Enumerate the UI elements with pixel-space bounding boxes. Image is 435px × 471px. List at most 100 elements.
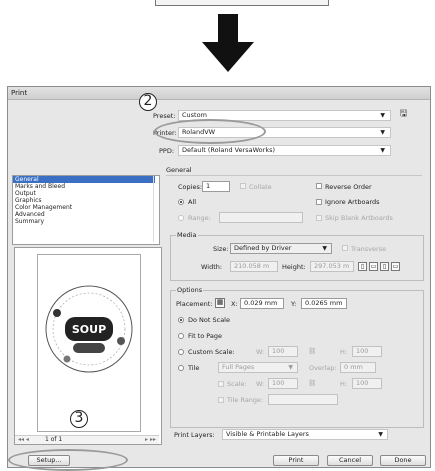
prev-page-icon[interactable]: ◂◂ ◂ <box>18 436 29 443</box>
category-scrollbar[interactable] <box>153 176 159 242</box>
next-page-icon[interactable]: ▸ ▸▸ <box>145 436 156 443</box>
printer-highlight-oval <box>154 119 266 144</box>
tile-range-input[interactable] <box>268 394 338 405</box>
skip-blank-checkbox[interactable] <box>316 215 322 221</box>
custom-w-label: W: <box>256 348 265 356</box>
custom-scale-label: Custom Scale: <box>188 348 235 356</box>
ppd-value: Default (Roland VersaWorks) <box>182 146 276 154</box>
portrait-orientation-icon[interactable]: ▯ <box>358 262 367 271</box>
reverse-order-label: Reverse Order <box>325 183 372 191</box>
options-title: Options <box>176 286 204 294</box>
print-layers-label: Print Layers: <box>174 431 215 439</box>
fit-to-page-radio[interactable] <box>178 333 184 339</box>
sidebar-item-general[interactable]: General <box>13 176 155 183</box>
preset-label: Preset: <box>153 112 176 120</box>
sticker-artwork-icon: SOUP <box>45 285 133 373</box>
down-arrow-icon <box>202 14 254 72</box>
tile-scale-label: Scale: <box>227 380 247 388</box>
x-label: X: <box>231 300 238 308</box>
tile-h-label: H: <box>340 380 348 388</box>
range-radio[interactable] <box>178 215 184 221</box>
tile-range-checkbox[interactable] <box>218 397 224 403</box>
setup-highlight-oval <box>8 449 128 471</box>
dialog-title: Print <box>11 89 28 97</box>
ppd-select[interactable]: Default (Roland VersaWorks) ▼ <box>178 145 391 156</box>
flipped-portrait-icon[interactable]: ▯ <box>380 262 389 271</box>
tile-link-icon[interactable]: ⛓ <box>308 379 316 387</box>
copies-label: Copies: <box>178 183 203 191</box>
all-label: All <box>188 198 197 206</box>
title-bar: Print <box>8 87 430 100</box>
sidebar-item-graphics[interactable]: Graphics <box>15 197 42 204</box>
width-input[interactable]: 210.058 m <box>230 261 278 272</box>
sidebar-item-marks-and-bleed[interactable]: Marks and Bleed <box>15 183 65 190</box>
media-title: Media <box>176 231 198 239</box>
cancel-button[interactable]: Cancel <box>327 455 373 466</box>
chevron-down-icon: ▼ <box>288 364 293 371</box>
sticker-logo-text: SOUP <box>72 323 106 336</box>
sidebar-item-advanced[interactable]: Advanced <box>15 211 45 218</box>
transverse-checkbox[interactable] <box>342 245 348 251</box>
save-preset-icon[interactable]: 🖫 <box>399 110 408 120</box>
skip-blank-label: Skip Blank Artboards <box>325 214 393 222</box>
tile-select[interactable]: Full Pages ▼ <box>218 362 298 373</box>
chevron-down-icon: ▼ <box>380 129 385 136</box>
ppd-label: PPD: <box>159 147 175 155</box>
overlap-input[interactable]: 0 mm <box>340 362 376 373</box>
reverse-order-checkbox[interactable] <box>316 183 322 189</box>
print-button[interactable]: Print <box>273 455 319 466</box>
chevron-down-icon: ▼ <box>322 245 327 252</box>
collate-checkbox[interactable] <box>240 183 246 189</box>
print-layers-select[interactable]: Visible & Printable Layers ▼ <box>222 429 388 440</box>
ignore-artboards-checkbox[interactable] <box>316 199 322 205</box>
callout-number-2: 2 <box>139 93 157 111</box>
height-label: Height: <box>282 263 306 271</box>
range-label: Range: <box>188 214 211 222</box>
custom-w-input[interactable]: 100 <box>268 346 298 357</box>
sidebar-item-output[interactable]: Output <box>15 190 36 197</box>
size-value: Defined by Driver <box>234 244 292 252</box>
height-input[interactable]: 297.053 m <box>310 261 354 272</box>
sidebar-item-summary[interactable]: Summary <box>15 218 44 225</box>
custom-h-input[interactable]: 100 <box>352 346 382 357</box>
range-input[interactable] <box>219 212 303 223</box>
tile-radio[interactable] <box>178 365 184 371</box>
transverse-label: Transverse <box>351 245 387 253</box>
x-input[interactable]: 0.029 mm <box>240 298 284 309</box>
tile-scale-checkbox[interactable] <box>218 381 224 387</box>
do-not-scale-radio[interactable] <box>178 317 184 323</box>
do-not-scale-label: Do Not Scale <box>188 316 230 324</box>
tile-w-label: W: <box>256 380 265 388</box>
tile-select-value: Full Pages <box>222 363 255 371</box>
y-label: Y: <box>291 300 297 308</box>
copies-input[interactable]: 1 <box>202 181 230 192</box>
preset-value: Custom <box>182 111 207 119</box>
tile-h-input[interactable]: 100 <box>352 378 382 389</box>
preview-page: SOUP <box>37 254 141 432</box>
size-label: Size: <box>213 245 229 253</box>
collate-label: Collate <box>249 183 272 191</box>
placement-grid-icon[interactable]: ▦ <box>215 298 225 308</box>
tile-w-input[interactable]: 100 <box>268 378 298 389</box>
landscape-orientation-icon[interactable]: ▭ <box>369 262 378 271</box>
chevron-down-icon: ▼ <box>378 431 383 438</box>
overlap-label: Overlap: <box>309 364 337 372</box>
done-button[interactable]: Done <box>380 455 426 466</box>
flipped-landscape-icon[interactable]: ▭ <box>391 262 400 271</box>
general-title: General <box>166 166 192 174</box>
size-select[interactable]: Defined by Driver ▼ <box>230 243 332 254</box>
chevron-down-icon: ▼ <box>380 112 385 119</box>
print-preview-pane: SOUP ◂◂ ◂ 1 of 1 ▸ ▸▸ <box>14 247 162 445</box>
category-list: General Marks and Bleed Output Graphics … <box>12 175 160 245</box>
print-layers-value: Visible & Printable Layers <box>226 430 309 438</box>
chevron-down-icon: ▼ <box>380 147 385 154</box>
link-icon[interactable]: ⛓ <box>308 347 316 355</box>
y-input[interactable]: 0.0265 mm <box>301 298 347 309</box>
tile-label: Tile <box>188 364 200 372</box>
all-radio[interactable] <box>178 199 184 205</box>
tile-range-label: Tile Range: <box>227 396 264 404</box>
preview-navigation[interactable]: ◂◂ ◂ 1 of 1 ▸ ▸▸ <box>15 435 159 444</box>
sidebar-item-color-management[interactable]: Color Management <box>15 204 72 211</box>
placement-label: Placement: <box>176 300 213 308</box>
custom-scale-radio[interactable] <box>178 349 184 355</box>
